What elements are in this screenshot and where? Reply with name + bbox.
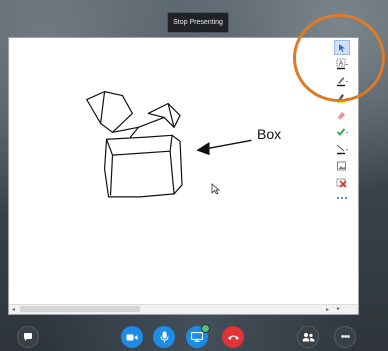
chat-button[interactable]: [17, 326, 39, 348]
highlight-circle-annotation: [293, 14, 385, 102]
eraser-tool-button[interactable]: [335, 108, 349, 121]
scroll-left-arrow-icon[interactable]: ◂: [9, 305, 18, 314]
stamp-tool-button[interactable]: [335, 125, 349, 138]
eraser-icon: [337, 111, 345, 120]
stop-presenting-button[interactable]: Stop Presenting: [167, 12, 229, 33]
scroll-right-corner-arrow-icon[interactable]: ▸: [337, 305, 340, 312]
scrollbar-thumb[interactable]: [20, 306, 140, 312]
image-icon: [337, 161, 346, 170]
presenting-status-dot: [201, 324, 210, 333]
mouse-cursor-icon: [211, 183, 220, 195]
video-button[interactable]: [121, 326, 143, 348]
monitor-icon: [191, 332, 203, 342]
call-controls-button[interactable]: [297, 326, 319, 348]
microphone-icon: [160, 331, 168, 343]
arrow-line-icon: [336, 144, 348, 154]
insert-image-tool-button[interactable]: [335, 159, 349, 172]
present-button[interactable]: [186, 324, 210, 348]
video-camera-icon: [126, 334, 138, 340]
people-icon: [302, 332, 314, 341]
chat-bubble-icon: [24, 333, 32, 341]
checkmark-stamp-icon: [336, 127, 348, 136]
arrow-line-tool-button[interactable]: [335, 142, 349, 155]
phone-hang-up-icon: [227, 335, 239, 340]
box-label[interactable]: Box: [257, 126, 281, 142]
more-tools-button[interactable]: [335, 191, 349, 204]
hang-up-button[interactable]: [222, 326, 244, 348]
microphone-button[interactable]: [153, 326, 175, 348]
meeting-controls-bar: •••: [0, 318, 388, 351]
ellipsis-icon: [337, 196, 347, 199]
horizontal-scrollbar[interactable]: ◂ ▸: [9, 304, 332, 314]
delete-icon: [336, 178, 347, 188]
delete-tool-button[interactable]: [335, 176, 349, 189]
more-options-icon: •••: [340, 330, 351, 343]
scrollbar-corner: ▸: [331, 304, 358, 314]
more-options-button[interactable]: •••: [334, 326, 356, 348]
